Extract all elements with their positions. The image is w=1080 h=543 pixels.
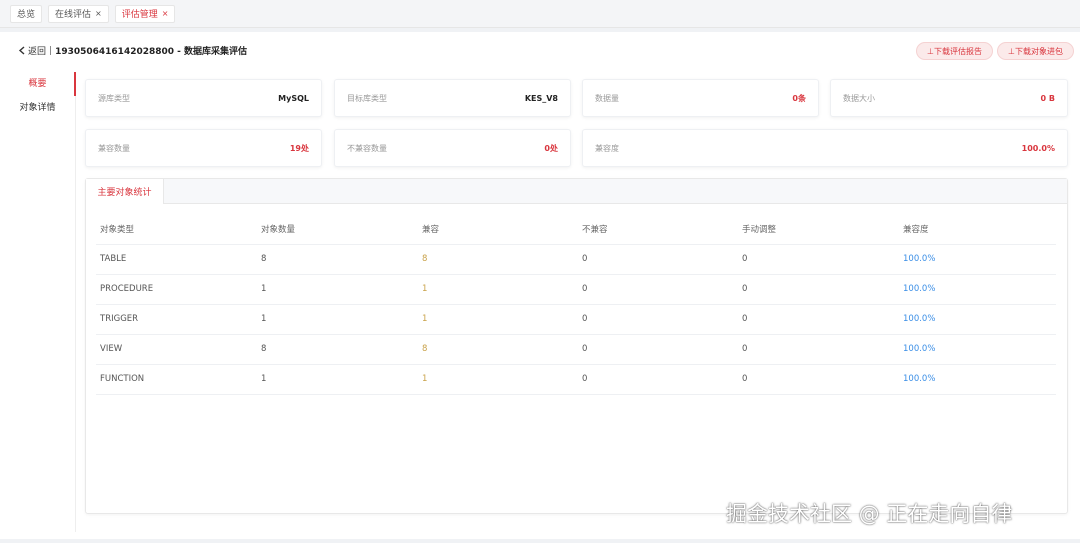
back-button[interactable]: 返回 [18,44,46,57]
column-header: 兼容 [418,214,578,245]
download-objects-button[interactable]: ⊥下载对象进包 [997,42,1074,60]
column-header: 对象类型 [96,214,257,245]
data-size-card: 数据大小 0 B [830,79,1068,117]
card-value: 19处 [289,143,309,153]
card-label: 兼容度 [595,143,619,153]
card-label: 数据大小 [843,93,875,103]
main-objects-panel: 主要对象统计 对象类型 对象数量 兼容 不兼容 手动调整 兼容度 TABLE 8… [85,178,1068,514]
panel-tabs: 主要对象统计 [86,179,1067,204]
close-icon[interactable]: × [95,9,102,18]
incompatible-cell: 0 [578,364,738,395]
column-header: 兼容度 [899,214,1056,245]
object-count-cell: 1 [257,364,418,395]
compatibility-cell: 100.0% [899,304,1056,335]
tab-bar: 总览 在线评估 × 评估管理 × [0,0,1080,28]
column-header: 不兼容 [578,214,738,245]
object-type-cell: FUNCTION [96,364,257,395]
object-type-cell: PROCEDURE [96,274,257,305]
close-icon[interactable]: × [162,9,169,18]
object-type-cell: VIEW [96,334,257,365]
tab-label: 总览 [17,10,36,20]
table-row: PROCEDURE 1 1 0 0 100.0% [96,274,1056,305]
compatible-cell: 1 [418,364,578,395]
compatibility-cell: 100.0% [899,244,1056,275]
table-row: VIEW 8 8 0 0 100.0% [96,334,1056,365]
column-header: 手动调整 [738,214,899,245]
card-value: MySQL [278,93,309,103]
card-label: 数据量 [595,93,619,103]
object-count-cell: 1 [257,304,418,335]
object-count-cell: 1 [257,274,418,305]
card-label: 不兼容数量 [347,143,387,153]
table-header-row: 对象类型 对象数量 兼容 不兼容 手动调整 兼容度 [96,214,1056,245]
sidebar: 概要 对象详情 [0,72,76,532]
tab-assessment-management[interactable]: 评估管理 × [114,4,176,23]
tab-overview[interactable]: 总览 [10,4,43,23]
column-header: 对象数量 [257,214,418,245]
card-label: 源库类型 [98,93,130,103]
title-separator: | [49,45,53,56]
incompatible-count-card: 不兼容数量 0处 [334,129,571,167]
page-header: 返回 | 1930506416142028800 - 数据库采集评估 [18,44,247,57]
chevron-left-icon [18,46,25,55]
compatibility-cell: 100.0% [899,334,1056,365]
table-row: FUNCTION 1 1 0 0 100.0% [96,364,1056,395]
table-row: TABLE 8 8 0 0 100.0% [96,244,1056,275]
compatibility-card: 兼容度 100.0% [582,129,1068,167]
card-value: 0处 [544,143,558,153]
compatible-cell: 1 [418,274,578,305]
sidebar-item-overview[interactable]: 概要 [0,72,76,96]
card-value: 100.0% [1021,143,1055,153]
incompatible-cell: 0 [578,274,738,305]
main-page: 返回 | 1930506416142028800 - 数据库采集评估 ⊥下载评估… [0,32,1080,539]
manual-adjust-cell: 0 [738,304,899,335]
back-label: 返回 [28,47,47,57]
sidebar-item-label: 概要 [28,79,47,89]
compatibility-cell: 100.0% [899,364,1056,395]
incompatible-cell: 0 [578,334,738,365]
card-value: 0 B [1040,93,1055,103]
data-volume-card: 数据量 0条 [582,79,819,117]
manual-adjust-cell: 0 [738,364,899,395]
compatible-cell: 8 [418,334,578,365]
object-stats-table: 对象类型 对象数量 兼容 不兼容 手动调整 兼容度 TABLE 8 8 0 0 … [96,214,1056,395]
manual-adjust-cell: 0 [738,334,899,365]
compatible-cell: 8 [418,244,578,275]
object-count-cell: 8 [257,334,418,365]
table-row: TRIGGER 1 1 0 0 100.0% [96,304,1056,335]
incompatible-cell: 0 [578,244,738,275]
manual-adjust-cell: 0 [738,274,899,305]
incompatible-cell: 0 [578,304,738,335]
card-value: KES_V8 [524,93,558,103]
manual-adjust-cell: 0 [738,244,899,275]
object-type-cell: TABLE [96,244,257,275]
compatible-cell: 1 [418,304,578,335]
sidebar-item-label: 对象详情 [19,103,56,113]
card-label: 兼容数量 [98,143,130,153]
card-label: 目标库类型 [347,93,387,103]
compatibility-cell: 100.0% [899,274,1056,305]
object-count-cell: 8 [257,244,418,275]
tab-label: 评估管理 [121,10,158,20]
page-title: 1930506416142028800 - 数据库采集评估 [55,47,248,57]
source-db-type-card: 源库类型 MySQL [85,79,322,117]
tab-label: 在线评估 [55,10,92,20]
download-report-button[interactable]: ⊥下载评估报告 [916,42,993,60]
card-value: 0条 [792,93,806,103]
compatible-count-card: 兼容数量 19处 [85,129,322,167]
watermark-text: 掘金技术社区 @ 正在走向自律 [726,502,1013,526]
tab-online-assessment[interactable]: 在线评估 × [48,4,109,23]
object-type-cell: TRIGGER [96,304,257,335]
sidebar-item-object-details[interactable]: 对象详情 [0,96,75,120]
target-db-type-card: 目标库类型 KES_V8 [334,79,571,117]
tab-main-object-stats[interactable]: 主要对象统计 [86,179,164,204]
